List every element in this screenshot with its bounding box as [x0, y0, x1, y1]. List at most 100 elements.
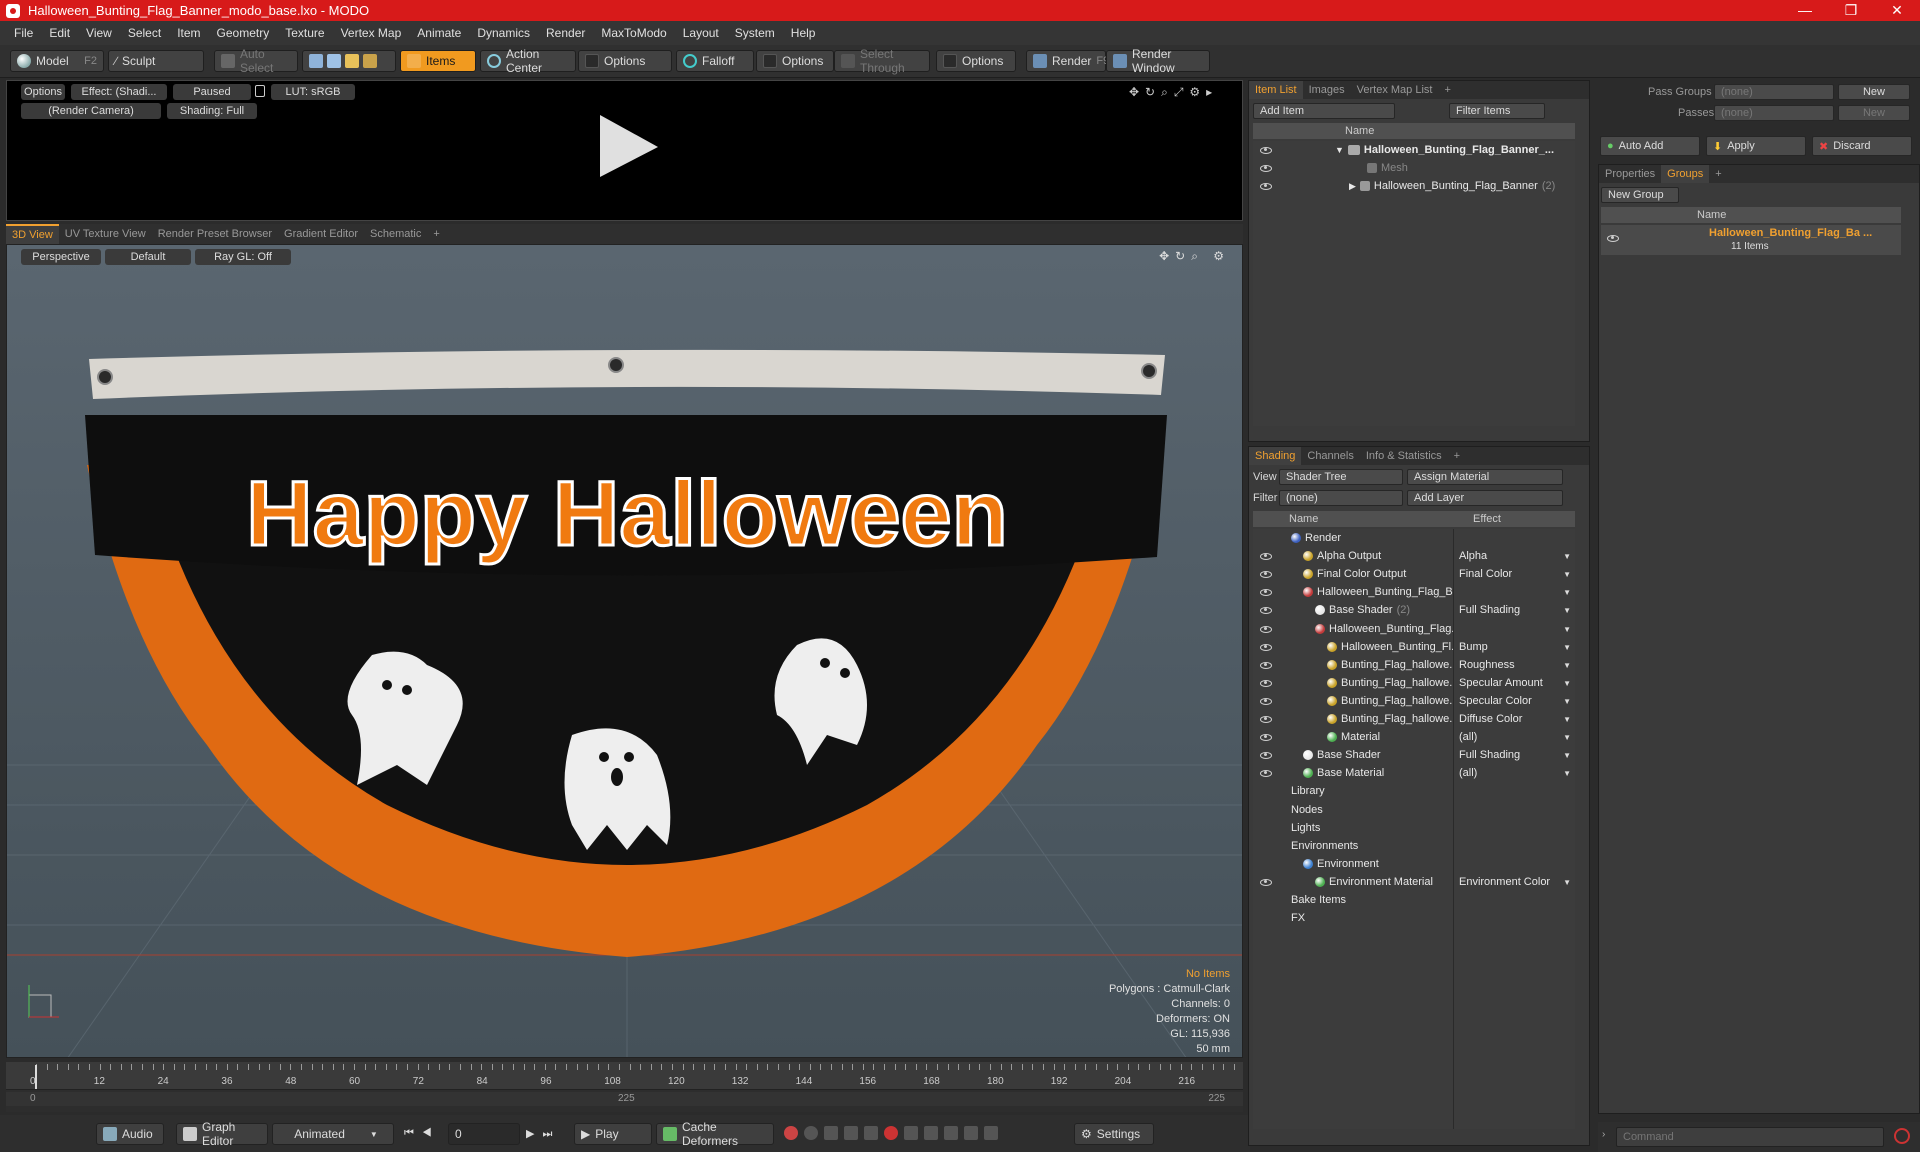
add-layer-dropdown[interactable]: Add Layer	[1407, 490, 1563, 506]
menu-view[interactable]: View	[78, 26, 120, 40]
tab-gradient-editor[interactable]: Gradient Editor	[278, 224, 364, 244]
shader-tree-row[interactable]: Bunting_Flag_hallowe... Specular Amount ▼	[1253, 674, 1575, 692]
render-window-button[interactable]: Render Window	[1106, 47, 1210, 75]
shader-tree-row[interactable]: Material (all) ▼	[1253, 728, 1575, 746]
sculpt-button[interactable]: ∕ Sculpt	[108, 50, 204, 72]
tab-info-statistics[interactable]: Info & Statistics	[1360, 447, 1448, 465]
visibility-icon[interactable]	[1260, 625, 1272, 633]
chevron-down-icon[interactable]: ▼	[1563, 679, 1571, 688]
effect-dropdown[interactable]: Effect: (Shadi...	[71, 84, 167, 100]
shader-tree-row[interactable]: Base Material (all) ▼	[1253, 764, 1575, 782]
layer-effect[interactable]: Environment Color	[1459, 876, 1559, 888]
visibility-icon[interactable]	[1260, 679, 1272, 687]
cache-deformers-button[interactable]: Cache Deformers	[656, 1120, 774, 1148]
key-filter-icon[interactable]	[864, 1126, 878, 1140]
render-preview-viewport[interactable]: Options Effect: (Shadi... Paused LUT: sR…	[6, 80, 1243, 221]
layer-effect[interactable]: Specular Amount	[1459, 677, 1559, 689]
menu-layout[interactable]: Layout	[675, 26, 727, 40]
shader-tree-row[interactable]: Bake Items	[1253, 891, 1575, 909]
layer-effect[interactable]: Alpha	[1459, 550, 1559, 562]
chevron-down-icon[interactable]: ▼	[1563, 643, 1571, 652]
timeline-range[interactable]: 0 225 225	[6, 1092, 1243, 1106]
next-key-icon[interactable]	[844, 1126, 858, 1140]
play-render-icon[interactable]	[592, 111, 662, 181]
layer-effect[interactable]: Bump	[1459, 641, 1559, 653]
vertices-mode-icon[interactable]	[309, 54, 323, 68]
shader-tree-row[interactable]: Halloween_Bunting_Fl... Bump ▼	[1253, 638, 1575, 656]
menu-select[interactable]: Select	[120, 26, 169, 40]
list-item[interactable]: ▶ Halloween_Bunting_Flag_Banner (2)	[1253, 177, 1575, 195]
tab-images[interactable]: Images	[1303, 81, 1351, 99]
group-row[interactable]: Halloween_Bunting_Flag_Ba ... 11 Items	[1601, 225, 1901, 255]
tab-vertex-map-list[interactable]: Vertex Map List	[1351, 81, 1439, 99]
menu-file[interactable]: File	[6, 26, 41, 40]
chevron-down-icon[interactable]: ▼	[1563, 769, 1571, 778]
add-item-dropdown[interactable]: Add Item	[1253, 103, 1395, 119]
select-through-button[interactable]: Select Through	[834, 47, 930, 75]
menu-help[interactable]: Help	[783, 26, 824, 40]
menu-system[interactable]: System	[727, 26, 783, 40]
list-item[interactable]: ▼ Halloween_Bunting_Flag_Banner_...	[1253, 141, 1575, 159]
visibility-icon[interactable]	[1607, 235, 1619, 242]
tab-item-list[interactable]: Item List	[1249, 81, 1303, 99]
polygons-mode-icon[interactable]	[345, 54, 359, 68]
shader-tree-row[interactable]: Library	[1253, 782, 1575, 800]
timeline-ruler[interactable]: 0 12 24 36 48 60 72 84 96 108 120 132 144 156 168 180 19…	[6, 1062, 1243, 1090]
tab-channels[interactable]: Channels	[1301, 447, 1359, 465]
layer-effect[interactable]: Roughness	[1459, 659, 1559, 671]
shader-tree-row[interactable]: Halloween_Bunting_Flag... ▼	[1253, 620, 1575, 638]
discard-button[interactable]: ✖ Discard	[1812, 136, 1912, 156]
list-item[interactable]: Mesh	[1253, 159, 1575, 177]
new-pass-group-button[interactable]: New	[1838, 84, 1910, 100]
action-center-button[interactable]: Action Center	[480, 47, 576, 75]
visibility-icon[interactable]	[1260, 716, 1272, 723]
layer-effect[interactable]: Full Shading	[1459, 749, 1559, 761]
chevron-down-icon[interactable]: ▼	[1563, 625, 1571, 634]
chevron-down-icon[interactable]: ▼	[1563, 606, 1571, 615]
view-dropdown[interactable]: Shader Tree	[1279, 469, 1403, 485]
pass-groups-dropdown[interactable]: (none)	[1714, 84, 1834, 100]
play-button[interactable]: ▶ Play	[574, 1123, 652, 1145]
shader-tree-row[interactable]: Render	[1253, 529, 1575, 547]
apply-button[interactable]: ⬇ Apply	[1706, 136, 1806, 156]
visibility-icon[interactable]	[1260, 878, 1272, 886]
visibility-icon[interactable]	[1260, 589, 1272, 597]
key-icon[interactable]	[784, 1126, 798, 1140]
menu-animate[interactable]: Animate	[409, 26, 469, 40]
settings-button[interactable]: ⚙ Settings	[1074, 1123, 1154, 1145]
shading-dropdown[interactable]: Shading: Full	[167, 103, 257, 119]
passes-dropdown[interactable]: (none)	[1714, 105, 1834, 121]
tab-render-preset-browser[interactable]: Render Preset Browser	[152, 224, 278, 244]
chevron-down-icon[interactable]: ▼	[1563, 878, 1571, 887]
loop-icon[interactable]	[964, 1126, 978, 1140]
menu-render[interactable]: Render	[538, 26, 593, 40]
minimize-button[interactable]: —	[1782, 2, 1828, 19]
tab-add[interactable]: +	[427, 224, 445, 244]
auto-add-button[interactable]: ● Auto Add	[1600, 136, 1700, 156]
menu-dynamics[interactable]: Dynamics	[469, 26, 538, 40]
tab-add[interactable]: +	[1709, 165, 1727, 183]
layer-effect[interactable]: Full Shading	[1459, 604, 1559, 616]
animated-dropdown[interactable]: Animated ▼	[272, 1123, 394, 1145]
step-back-icon[interactable]	[924, 1126, 938, 1140]
shader-tree-row[interactable]: Environment Material Environment Color ▼	[1253, 873, 1575, 891]
edges-mode-icon[interactable]	[327, 54, 341, 68]
expand-icon[interactable]: ▶	[1349, 181, 1356, 192]
visibility-icon[interactable]	[1260, 183, 1272, 190]
graph-editor-button[interactable]: Graph Editor	[176, 1120, 268, 1148]
preview-nav-icons[interactable]: ✥↻⌕⤢⚙▸	[1129, 85, 1218, 100]
transport-forward-buttons[interactable]: ▶⏭	[526, 1127, 560, 1141]
frame-input[interactable]: 0	[448, 1123, 520, 1145]
shader-tree-row[interactable]: Base Shader Full Shading ▼	[1253, 746, 1575, 764]
materials-mode-icon[interactable]	[363, 54, 377, 68]
shader-tree-row[interactable]: Environments	[1253, 837, 1575, 855]
layer-effect[interactable]: Specular Color	[1459, 695, 1559, 707]
visibility-icon[interactable]	[1260, 607, 1272, 615]
falloff-button[interactable]: Falloff	[676, 50, 754, 72]
tab-add[interactable]: +	[1448, 447, 1466, 465]
shader-tree-row[interactable]: Environment	[1253, 855, 1575, 873]
menu-vertex-map[interactable]: Vertex Map	[333, 26, 410, 40]
tab-3d-view[interactable]: 3D View	[6, 224, 59, 244]
visibility-icon[interactable]	[1260, 752, 1272, 760]
layer-effect[interactable]: Final Color	[1459, 568, 1559, 580]
